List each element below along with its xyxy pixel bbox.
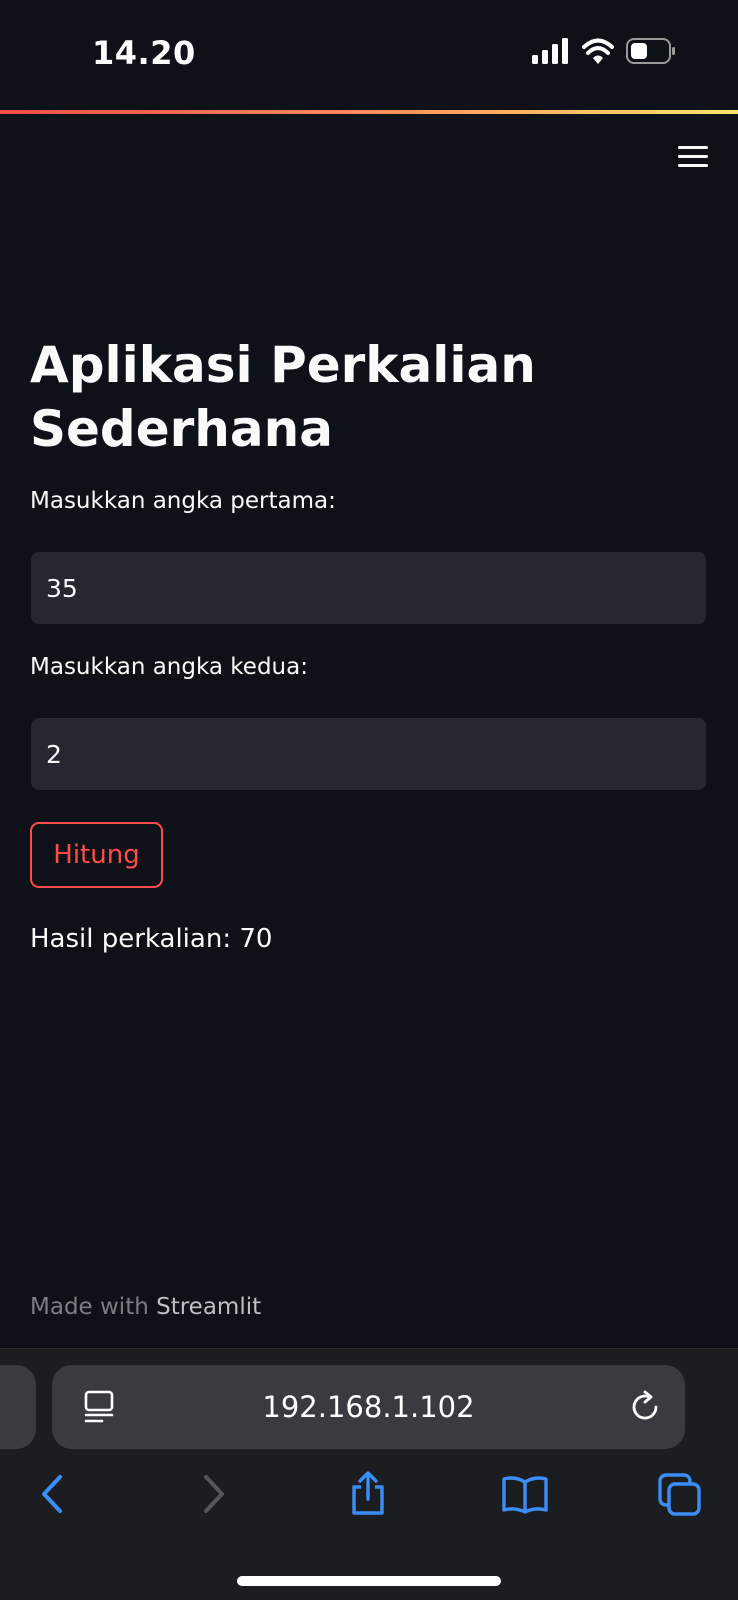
url-text: 192.168.1.102 (262, 1390, 475, 1424)
signal-icon (532, 38, 568, 64)
battery-icon (626, 38, 675, 64)
reload-icon[interactable] (627, 1389, 663, 1425)
browser-nav-row (0, 1449, 738, 1539)
streamlit-link[interactable]: Streamlit (156, 1294, 261, 1320)
result-text: Hasil perkalian: 70 (30, 924, 273, 954)
wifi-icon (582, 38, 614, 64)
status-bar: 14.20 (0, 0, 738, 110)
share-icon[interactable] (343, 1469, 393, 1519)
tabs-icon[interactable] (655, 1469, 705, 1519)
status-icons (532, 38, 676, 64)
second-number-input[interactable] (31, 718, 706, 790)
footer-prefix: Made with (30, 1294, 149, 1320)
first-number-input[interactable] (31, 552, 706, 624)
phone-screen: 14.20 Aplikasi Perkalian Sederhana Masuk… (0, 0, 738, 1600)
hamburger-menu-icon[interactable] (678, 146, 708, 168)
second-number-label: Masukkan angka kedua: (30, 654, 308, 680)
page-title: Aplikasi Perkalian Sederhana (30, 336, 536, 458)
status-time: 14.20 (92, 34, 196, 72)
address-bar[interactable]: 192.168.1.102 (52, 1365, 685, 1449)
footer: Made with Streamlit (30, 1294, 261, 1320)
previous-tab-preview[interactable] (0, 1365, 36, 1449)
first-number-label: Masukkan angka pertama: (30, 488, 336, 514)
header-decoration-line (0, 110, 738, 114)
bookmarks-icon[interactable] (500, 1469, 550, 1519)
home-indicator[interactable] (237, 1576, 501, 1586)
hitung-button[interactable]: Hitung (30, 822, 163, 888)
back-icon[interactable] (28, 1469, 78, 1519)
forward-icon[interactable] (188, 1469, 238, 1519)
browser-toolbar: 192.168.1.102 (0, 1348, 738, 1600)
